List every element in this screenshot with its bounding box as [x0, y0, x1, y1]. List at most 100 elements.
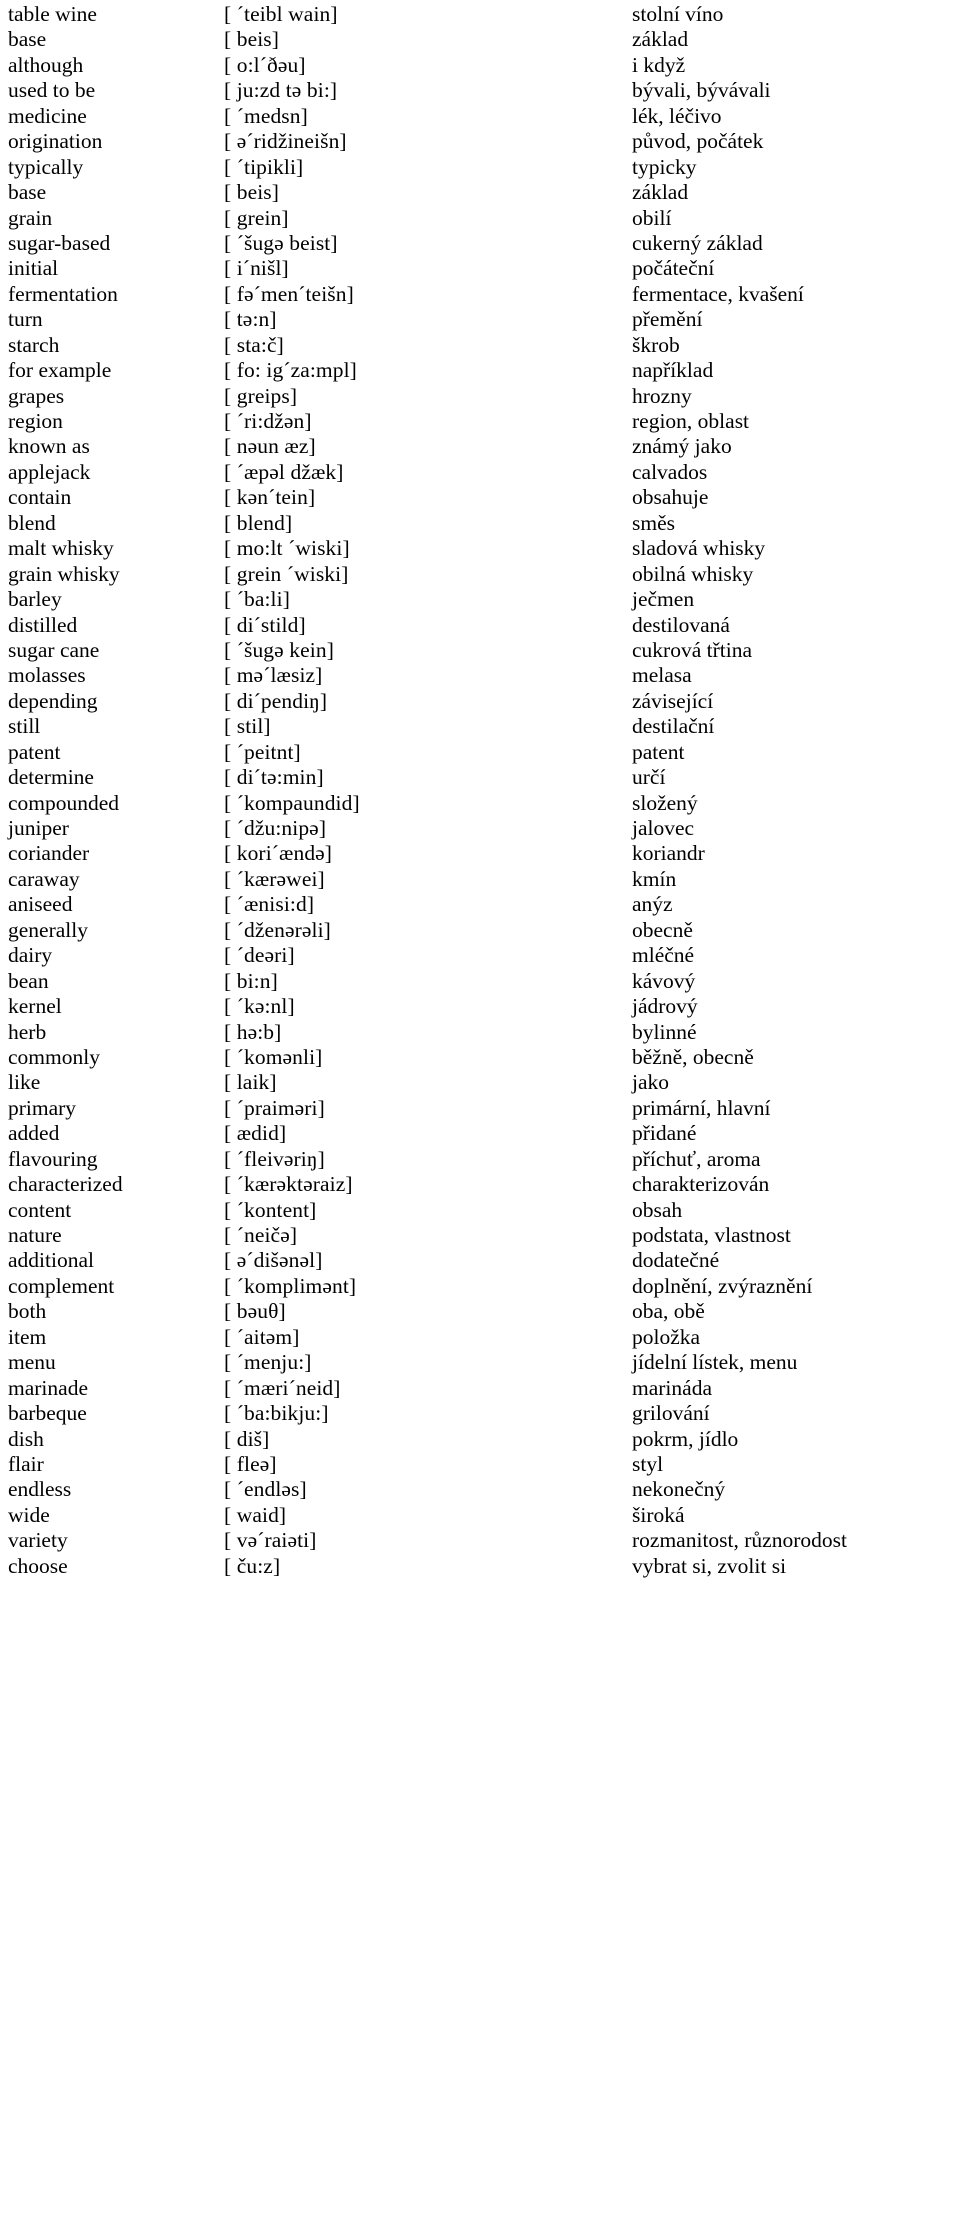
phonetic-transcription: [ fo: ig´za:mpl]	[224, 358, 357, 383]
phonetic-transcription: [ ´šugə beist]	[224, 230, 338, 255]
phonetic-transcription: [ ´medsn]	[224, 103, 308, 128]
glossary-row: grain [ grein] obilí	[0, 206, 960, 231]
english-term: starch	[8, 332, 60, 357]
glossary-row: aniseed [ ´ænisi:d] anýz	[0, 892, 960, 917]
czech-translation: široká	[632, 1502, 685, 1527]
czech-translation: kmín	[632, 866, 677, 891]
glossary-row: wide [ waid] široká	[0, 1503, 960, 1528]
phonetic-transcription: [ waid]	[224, 1502, 287, 1527]
english-term: molasses	[8, 663, 86, 688]
czech-translation: i když	[632, 52, 686, 77]
glossary-row: variety [ və´raiəti] rozmanitost, různorod…	[0, 1528, 960, 1553]
czech-translation: vybrat si, zvolit si	[632, 1553, 787, 1578]
czech-translation: obilná whisky	[632, 561, 754, 586]
english-term: although	[8, 52, 84, 77]
english-term: coriander	[8, 841, 90, 866]
phonetic-transcription: [ kən´tein]	[224, 485, 316, 510]
phonetic-transcription: [ ´komplimənt]	[224, 1273, 357, 1298]
vocabulary-glossary: table wine [ ´teibl wain] stolní víno base […	[0, 0, 960, 1579]
english-term: like	[8, 1070, 41, 1095]
phonetic-transcription: [ ´praiməri]	[224, 1095, 325, 1120]
czech-translation: obecně	[632, 917, 693, 942]
czech-translation: směs	[632, 510, 675, 535]
glossary-row: caraway [ ´kærəwei] kmín	[0, 867, 960, 892]
english-term: flavouring	[8, 1146, 98, 1171]
glossary-row: patent [ ´peitnt] patent	[0, 740, 960, 765]
english-term: choose	[8, 1553, 68, 1578]
english-term: caraway	[8, 866, 80, 891]
glossary-row: coriander [ kori´ændə] koriandr	[0, 841, 960, 866]
phonetic-transcription: [ tə:n]	[224, 307, 277, 332]
czech-translation: lék, léčivo	[632, 103, 722, 128]
english-term: variety	[8, 1528, 68, 1553]
phonetic-transcription: [ ə´ridžineišn]	[224, 129, 347, 154]
czech-translation: známý jako	[632, 434, 732, 459]
phonetic-transcription: [ ´menju:]	[224, 1350, 312, 1375]
phonetic-transcription: [ bəuθ]	[224, 1299, 286, 1324]
czech-translation: typicky	[632, 154, 697, 179]
english-term: typically	[8, 154, 84, 179]
english-term: compounded	[8, 790, 120, 815]
czech-translation: jako	[632, 1070, 670, 1095]
glossary-row: grapes [ greips] hrozny	[0, 384, 960, 409]
czech-translation: běžně, obecně	[632, 1044, 754, 1069]
english-term: additional	[8, 1248, 94, 1273]
phonetic-transcription: [ mo:lt ´wiski]	[224, 536, 350, 561]
czech-translation: kávový	[632, 968, 696, 993]
phonetic-transcription: [ ču:z]	[224, 1553, 281, 1578]
phonetic-transcription: [ ´kə:nl]	[224, 994, 295, 1019]
glossary-row: depending [ di´pendiŋ] závisející	[0, 689, 960, 714]
czech-translation: destilační	[632, 714, 715, 739]
glossary-row: fermentation [ fə´men´teišn] fermentace, k…	[0, 282, 960, 307]
czech-translation: příchuť, aroma	[632, 1146, 761, 1171]
english-term: grain whisky	[8, 561, 120, 586]
english-term: malt whisky	[8, 536, 114, 561]
phonetic-transcription: [ və´raiəti]	[224, 1528, 317, 1553]
english-term: grapes	[8, 383, 65, 408]
phonetic-transcription: [ beis]	[224, 27, 280, 52]
czech-translation: škrob	[632, 332, 680, 357]
czech-translation: anýz	[632, 892, 673, 917]
glossary-row: dairy [ ´deəri] mléčné	[0, 943, 960, 968]
czech-translation: jídelní lístek, menu	[632, 1350, 798, 1375]
english-term: known as	[8, 434, 90, 459]
english-term: still	[8, 714, 41, 739]
glossary-row: distilled [ di´stild] destilovaná	[0, 613, 960, 638]
czech-translation: patent	[632, 739, 685, 764]
glossary-row: starch [ sta:č] škrob	[0, 333, 960, 358]
english-term: content	[8, 1197, 72, 1222]
english-term: blend	[8, 510, 56, 535]
glossary-row: compounded [ ´kompaundid] složený	[0, 791, 960, 816]
czech-translation: rozmanitost, různorodost	[632, 1528, 847, 1553]
phonetic-transcription: [ ´šugə kein]	[224, 637, 334, 662]
english-term: fermentation	[8, 281, 118, 306]
phonetic-transcription: [ ´peitnt]	[224, 739, 301, 764]
phonetic-transcription: [ ´fleivəriŋ]	[224, 1146, 325, 1171]
phonetic-transcription: [ ´kontent]	[224, 1197, 317, 1222]
czech-translation: bylinné	[632, 1019, 697, 1044]
english-term: base	[8, 180, 47, 205]
glossary-row: menu [ ´menju:] jídelní lístek, menu	[0, 1350, 960, 1375]
czech-translation: fermentace, kvašení	[632, 281, 804, 306]
phonetic-transcription: [ fleə]	[224, 1451, 277, 1476]
glossary-row: region [ ´ri:džən] region, oblast	[0, 409, 960, 434]
glossary-row: still [ stil] destilační	[0, 714, 960, 739]
english-term: applejack	[8, 459, 91, 484]
english-term: barbeque	[8, 1401, 87, 1426]
glossary-row: item [ ´aitəm] položka	[0, 1325, 960, 1350]
czech-translation: koriandr	[632, 841, 705, 866]
phonetic-transcription: [ hə:b]	[224, 1019, 282, 1044]
english-term: marinade	[8, 1375, 88, 1400]
glossary-row: added [ ædid] přidané	[0, 1121, 960, 1146]
czech-translation: calvados	[632, 459, 708, 484]
phonetic-transcription: [ di´pendiŋ]	[224, 688, 328, 713]
english-term: turn	[8, 307, 43, 332]
glossary-row: base [ beis] základ	[0, 27, 960, 52]
glossary-row: choose [ ču:z] vybrat si, zvolit si	[0, 1554, 960, 1579]
glossary-row: dish [ diš] pokrm, jídlo	[0, 1427, 960, 1452]
czech-translation: ječmen	[632, 587, 695, 612]
glossary-row: both [ bəuθ] oba, obě	[0, 1299, 960, 1324]
glossary-row: grain whisky [ grein ´wiski] obilná whisky	[0, 562, 960, 587]
czech-translation: grilování	[632, 1401, 710, 1426]
phonetic-transcription: [ di´tə:min]	[224, 765, 324, 790]
